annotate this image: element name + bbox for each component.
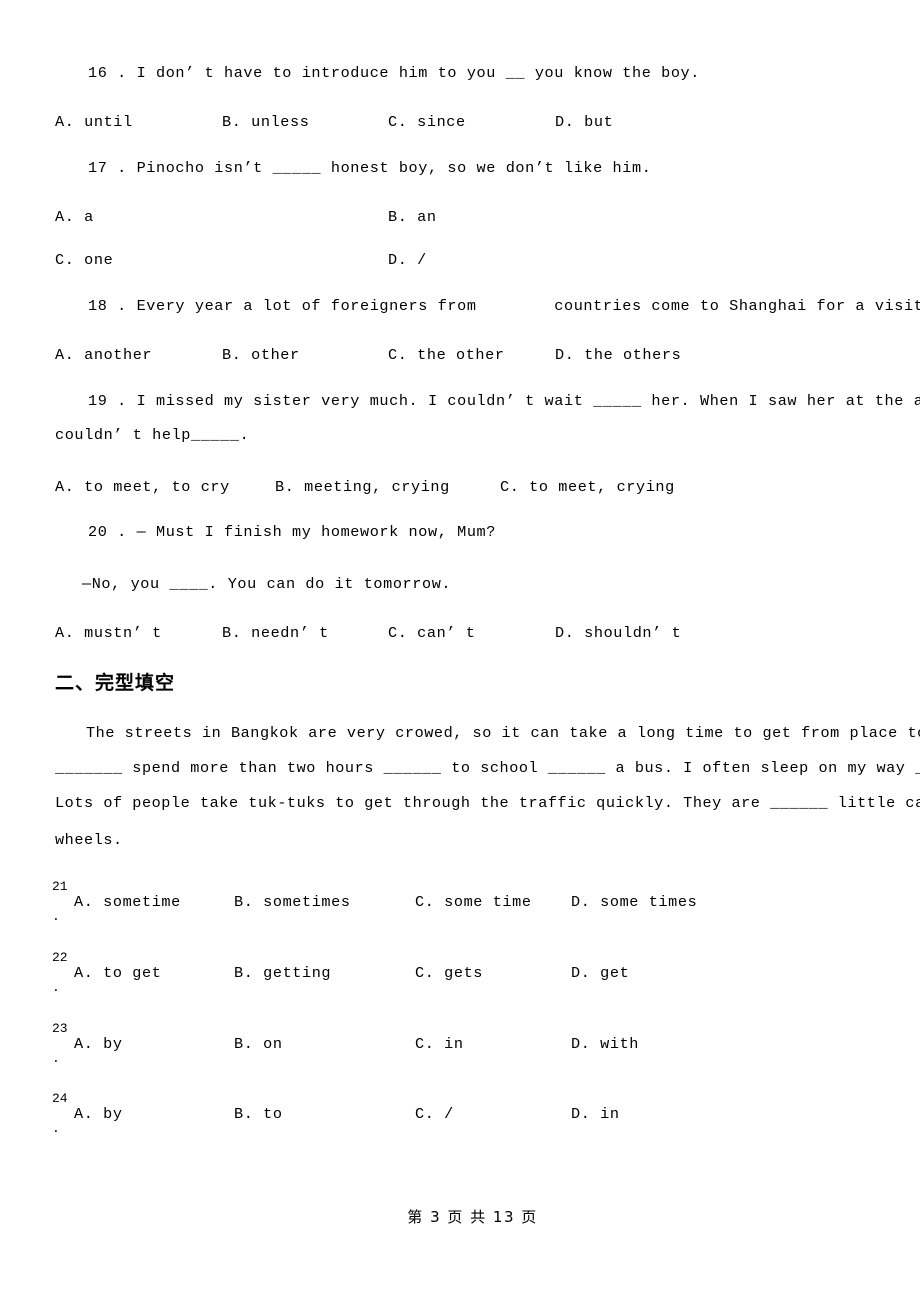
cloze-22-option-d[interactable]: D. get [571, 964, 629, 982]
cloze-23-number: 23 [52, 1021, 68, 1036]
page-footer: 第 3 页 共 13 页 [0, 1188, 920, 1245]
question-17-option-b[interactable]: B. an [388, 208, 437, 226]
passage-line-1: The streets in Bangkok are very crowed, … [86, 724, 920, 742]
question-19-option-b[interactable]: B. meeting, crying [275, 478, 450, 496]
question-20-option-b[interactable]: B. needn’ t [222, 624, 329, 642]
cloze-23-option-a[interactable]: A. by [74, 1035, 123, 1053]
question-16-option-a[interactable]: A. until [55, 113, 133, 131]
question-18-option-b[interactable]: B. other [222, 346, 300, 364]
question-17-option-a[interactable]: A. a [55, 208, 94, 226]
question-16-stem: 16 . I don’ t have to introduce him to y… [88, 64, 700, 82]
question-17-stem: 17 . Pinocho isn’t _____ honest boy, so … [88, 159, 652, 177]
cloze-21-option-a[interactable]: A. sometime [74, 893, 181, 911]
question-17-options-row-1: A. a B. an [55, 208, 900, 230]
cloze-22-options: A. to get B. getting C. gets D. get [74, 964, 894, 986]
question-18-stem: 18 . Every year a lot of foreigners from… [88, 297, 920, 315]
question-19-options: A. to meet, to cry B. meeting, crying C.… [55, 478, 900, 500]
passage-line-3: Lots of people take tuk-tuks to get thro… [55, 794, 920, 812]
question-19-stem-line-1: 19 . I missed my sister very much. I cou… [88, 392, 920, 410]
cloze-21-option-c[interactable]: C. some time [415, 893, 532, 911]
passage-line-2: _______ spend more than two hours ______… [55, 759, 920, 777]
question-16-option-c[interactable]: C. since [388, 113, 466, 131]
cloze-24-number: 24 [52, 1091, 68, 1106]
cloze-24-option-a[interactable]: A. by [74, 1105, 123, 1123]
question-16-options: A. until B. unless C. since D. but [55, 113, 900, 135]
cloze-24-options: A. by B. to C. / D. in [74, 1105, 894, 1127]
cloze-23-option-b[interactable]: B. on [234, 1035, 283, 1053]
cloze-21-option-d[interactable]: D. some times [571, 893, 697, 911]
question-19-option-a[interactable]: A. to meet, to cry [55, 478, 230, 496]
cloze-21-options: A. sometime B. sometimes C. some time D.… [74, 893, 894, 915]
cloze-24-option-c[interactable]: C. / [415, 1105, 454, 1123]
question-18-option-d[interactable]: D. the others [555, 346, 681, 364]
document-page: 16 . I don’ t have to introduce him to y… [0, 0, 920, 1302]
cloze-question-22: 22 . A. to get B. getting C. gets D. get [52, 951, 902, 1011]
cloze-24-option-d[interactable]: D. in [571, 1105, 620, 1123]
cloze-21-period: . [52, 909, 60, 924]
cloze-23-options: A. by B. on C. in D. with [74, 1035, 894, 1057]
cloze-question-24: 24 . A. by B. to C. / D. in [52, 1092, 902, 1152]
question-17-option-c[interactable]: C. one [55, 251, 113, 269]
question-20-options: A. mustn’ t B. needn’ t C. can’ t D. sho… [55, 624, 900, 646]
cloze-24-period: . [52, 1121, 60, 1136]
question-16-option-b[interactable]: B. unless [222, 113, 309, 131]
question-19-stem-line-2: couldn’ t help_____. [55, 426, 250, 444]
question-20-option-c[interactable]: C. can’ t [388, 624, 475, 642]
question-20-option-a[interactable]: A. mustn’ t [55, 624, 162, 642]
question-18-options: A. another B. other C. the other D. the … [55, 346, 900, 368]
passage-line-4: wheels. [55, 831, 123, 849]
cloze-22-period: . [52, 980, 60, 995]
cloze-21-number: 21 [52, 879, 68, 894]
cloze-question-21: 21 . A. sometime B. sometimes C. some ti… [52, 880, 902, 940]
page-number-label: 第 3 页 共 13 页 [407, 1208, 538, 1226]
section-two-heading: 二、完型填空 [55, 672, 176, 694]
cloze-23-option-d[interactable]: D. with [571, 1035, 639, 1053]
question-18-option-c[interactable]: C. the other [388, 346, 505, 364]
cloze-question-23: 23 . A. by B. on C. in D. with [52, 1022, 902, 1082]
cloze-21-option-b[interactable]: B. sometimes [234, 893, 351, 911]
question-20-stem-line-1: 20 . — Must I finish my homework now, Mu… [88, 523, 496, 541]
question-17-option-d[interactable]: D. / [388, 251, 427, 269]
cloze-23-option-c[interactable]: C. in [415, 1035, 464, 1053]
cloze-22-option-c[interactable]: C. gets [415, 964, 483, 982]
cloze-22-option-a[interactable]: A. to get [74, 964, 161, 982]
cloze-24-option-b[interactable]: B. to [234, 1105, 283, 1123]
question-16-option-d[interactable]: D. but [555, 113, 613, 131]
cloze-22-number: 22 [52, 950, 68, 965]
cloze-23-period: . [52, 1051, 60, 1066]
question-20-stem-line-2: —No, you ____. You can do it tomorrow. [82, 575, 452, 593]
question-17-options-row-2: C. one D. / [55, 251, 900, 273]
question-19-option-c[interactable]: C. to meet, crying [500, 478, 675, 496]
cloze-22-option-b[interactable]: B. getting [234, 964, 331, 982]
question-18-option-a[interactable]: A. another [55, 346, 152, 364]
question-20-option-d[interactable]: D. shouldn’ t [555, 624, 681, 642]
